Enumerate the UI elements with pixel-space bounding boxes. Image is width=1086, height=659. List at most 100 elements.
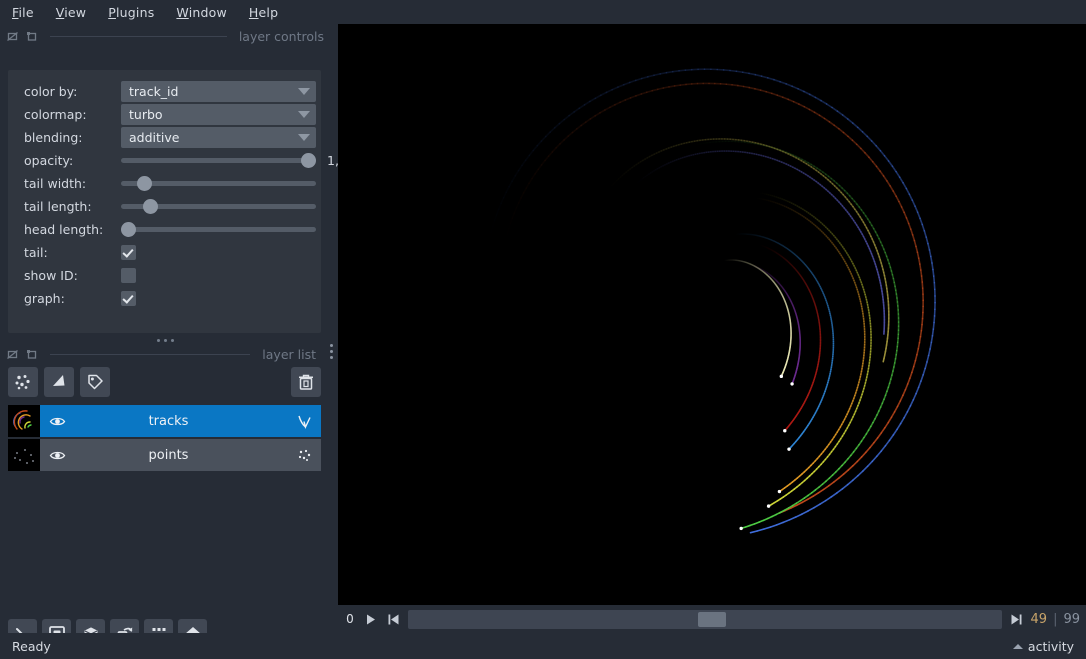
play-button[interactable] [362,611,379,628]
slider-handle[interactable] [142,199,158,214]
float-icon[interactable] [6,30,19,43]
slider-handle[interactable] [301,153,316,168]
head-length-label: head length: [24,222,104,237]
dimension-separator: | [1053,611,1058,627]
layer-controls-dock-title: layer controls [0,26,330,46]
tail-label: tail: [24,245,48,260]
blending-combo[interactable]: additive [121,127,316,148]
control-row-colormap: colormap: turbo [16,103,316,126]
labels-icon [88,374,103,390]
layer-controls-panel: color by: track_id colormap: turbo blend… [8,70,355,333]
trash-icon [299,374,313,390]
control-row-tail-length: tail length: [16,195,316,218]
blending-value: additive [129,130,180,145]
head-length-slider[interactable] [121,219,316,240]
tail-checkbox[interactable] [121,245,136,260]
slider-handle[interactable] [137,176,153,191]
layer-controls-title-label: layer controls [238,28,324,44]
layer-buttons-row [8,367,321,397]
menu-item-plugins[interactable]: Plugins [106,4,156,21]
tail-width-label: tail width: [24,176,87,191]
layer-label-points: points [148,447,189,463]
color-by-value: track_id [129,84,179,99]
control-row-tail: tail: [16,241,313,264]
tracks-visualization [338,24,1086,605]
chevron-down-icon [298,88,310,95]
colormap-combo[interactable]: turbo [121,104,316,125]
colormap-label: colormap: [24,107,87,122]
new-shapes-button[interactable] [44,367,74,397]
layer-type-icon-tracks [287,413,321,430]
control-row-color-by: color by: track_id [16,80,316,103]
graph-label: graph: [24,291,65,306]
color-by-combo[interactable]: track_id [121,81,316,102]
layer-type-icon-points [287,447,321,464]
layer-list-title-label: layer list [262,346,316,362]
control-row-graph: graph: [16,287,313,310]
activity-button[interactable]: activity [1012,638,1074,654]
menu-item-window[interactable]: Window [174,4,229,21]
eye-icon [49,417,65,425]
visibility-toggle-points[interactable] [40,447,74,464]
slider-track [121,227,316,232]
layer-row-points[interactable]: points [8,439,321,471]
menu-item-help[interactable]: Help [247,4,280,21]
control-row-show-id: show ID: [16,264,313,287]
show-id-checkbox[interactable] [121,268,136,283]
menu-item-file[interactable]: File [10,4,36,21]
close-dock-icon[interactable] [25,30,38,43]
float-icon[interactable] [6,348,19,361]
dimension-slider-handle[interactable] [697,611,726,627]
status-bar: Ready activity [0,633,1086,659]
play-icon [367,614,375,624]
tail-length-slider[interactable] [121,196,316,217]
dock-title-rule [50,35,227,37]
points-icon [298,449,310,461]
opacity-slider[interactable] [121,150,316,171]
dimension-max-value: 99 [1063,611,1080,627]
left-dock: layer controls color by: track_id colorm… [0,24,355,648]
colormap-value: turbo [129,107,163,122]
color-by-label: color by: [24,84,78,99]
layer-thumbnail-points [8,439,40,471]
control-row-tail-width: tail width: [16,172,316,195]
slider-handle[interactable] [121,222,136,237]
status-message: Ready [12,638,51,654]
graph-checkbox[interactable] [121,291,136,306]
layer-list: tracks points [8,405,321,473]
step-back-button[interactable] [385,611,402,628]
opacity-label: opacity: [24,153,74,168]
control-row-head-length: head length: [16,218,316,241]
dims-axis-label: 0 [346,612,354,626]
layer-name-area-tracks[interactable]: tracks [40,405,321,437]
control-row-opacity: opacity: 1,00 [16,149,355,172]
new-points-button[interactable] [8,367,38,397]
visibility-toggle-tracks[interactable] [40,413,74,430]
viewer-canvas[interactable] [338,24,1086,605]
dock-overflow-menu-button[interactable] [326,340,336,362]
step-forward-button[interactable] [1008,611,1025,628]
activity-label: activity [1027,638,1074,654]
menu-bar: File View Plugins Window Help [0,0,1086,24]
tail-width-slider[interactable] [121,173,316,194]
step-forward-icon [1011,614,1022,624]
shapes-icon [53,375,65,386]
tracks-icon [297,415,311,429]
layer-name-area-points[interactable]: points [40,439,321,471]
blending-label: blending: [24,130,83,145]
menu-item-view[interactable]: View [54,4,88,21]
dimension-slider[interactable] [408,609,1002,629]
new-labels-button[interactable] [80,367,110,397]
close-dock-icon[interactable] [25,348,38,361]
caret-up-icon [1012,643,1023,649]
eye-icon [49,451,65,459]
dock-title-rule [50,353,251,355]
layer-row-tracks[interactable]: tracks [8,405,321,437]
chevron-down-icon [298,111,310,118]
canvas-background [338,24,1086,605]
delete-layer-button[interactable] [291,367,321,397]
dimension-slider-bar: 0 49 | 99 [338,605,1086,633]
control-row-blending: blending: additive [16,126,316,149]
slider-track [121,158,316,163]
points-icon [15,375,30,390]
